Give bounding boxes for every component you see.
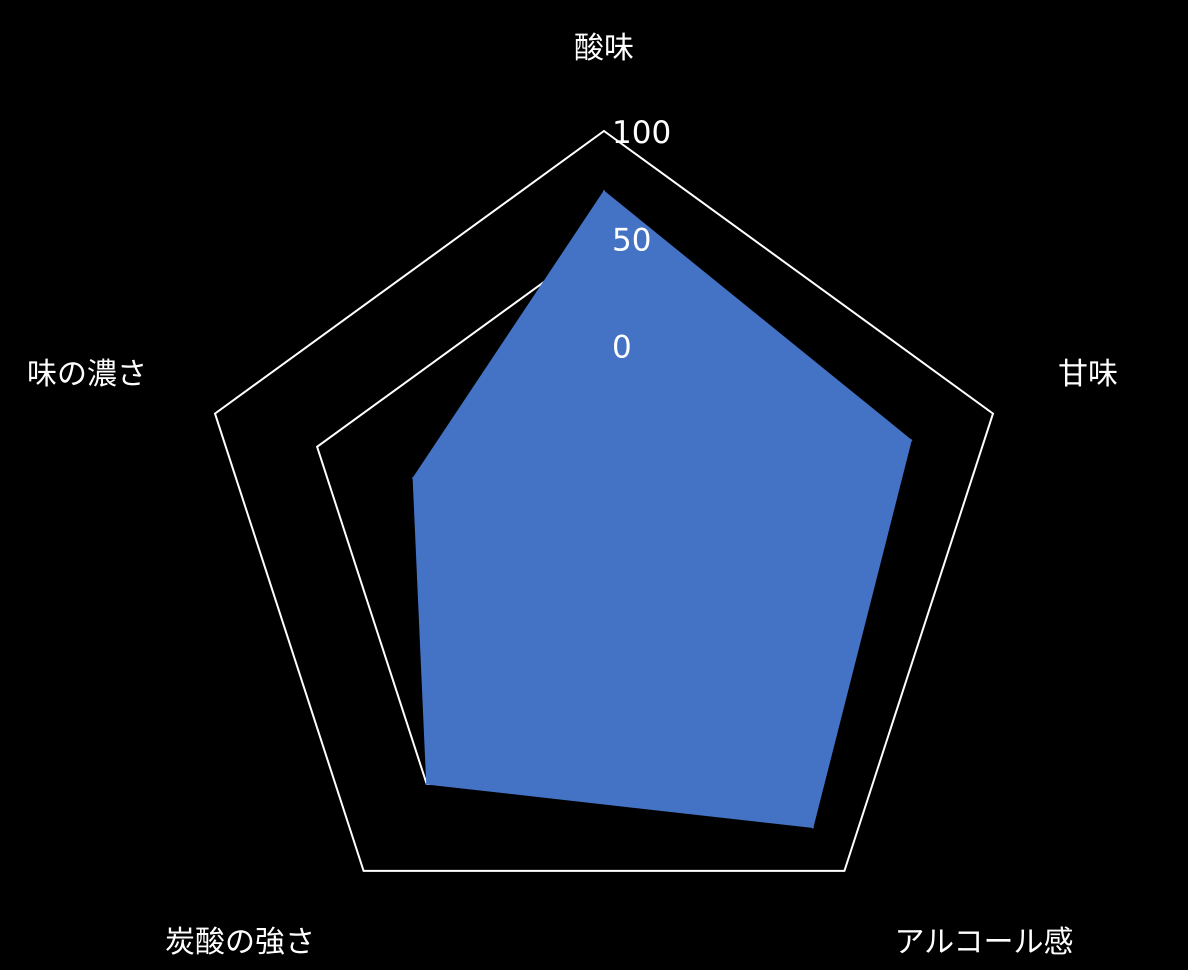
axis-label-alcohol: アルコール感 — [894, 925, 1073, 960]
axis-label-sweetness: 甘味 — [1058, 357, 1118, 392]
axis-label-carbonation: 炭酸の強さ — [165, 925, 315, 960]
tick-label-0: 0 — [612, 330, 632, 366]
axis-label-sourness: 酸味 — [574, 31, 634, 66]
series-point-0-3 — [425, 783, 428, 785]
radar-chart: 0 50 100 酸味 甘味 アルコール感 炭酸の強さ 味の濃さ — [27, 31, 1118, 960]
series-point-0-4 — [412, 477, 415, 479]
axis-label-richness: 味の濃さ — [27, 357, 147, 392]
tick-label-100: 100 — [612, 115, 671, 151]
series-area-0 — [412, 190, 912, 829]
series-layer — [412, 190, 913, 829]
tick-label-50: 50 — [612, 222, 651, 258]
series-point-0-1 — [910, 439, 913, 442]
series-point-0-0 — [603, 190, 605, 193]
series-point-0-2 — [811, 826, 814, 829]
